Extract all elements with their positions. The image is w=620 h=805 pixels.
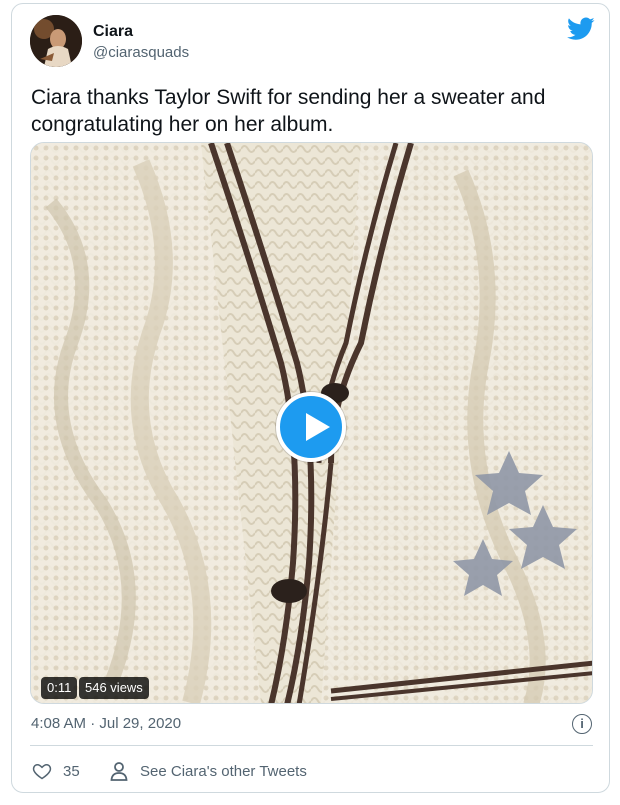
like-count[interactable]: 35 bbox=[63, 763, 80, 780]
author-handle[interactable]: @ciarasquads bbox=[93, 44, 189, 61]
play-icon[interactable] bbox=[276, 392, 346, 462]
twitter-bird-icon[interactable] bbox=[567, 17, 595, 41]
heart-icon[interactable] bbox=[32, 761, 52, 781]
info-icon[interactable]: i bbox=[572, 714, 592, 734]
person-icon[interactable] bbox=[110, 761, 128, 781]
video-player[interactable]: 0:11 546 views bbox=[30, 142, 593, 704]
author-name[interactable]: Ciara bbox=[93, 23, 133, 41]
tweet-card[interactable]: Ciara @ciarasquads Ciara thanks Taylor S… bbox=[11, 3, 610, 793]
video-views-badge: 546 views bbox=[79, 677, 149, 699]
video-duration-badge: 0:11 bbox=[41, 677, 78, 699]
avatar[interactable] bbox=[30, 15, 82, 67]
see-other-tweets-link[interactable]: See Ciara's other Tweets bbox=[140, 763, 307, 780]
tweet-timestamp[interactable]: 4:08 AM · Jul 29, 2020 bbox=[31, 715, 181, 732]
divider bbox=[30, 745, 593, 746]
tweet-text: Ciara thanks Taylor Swift for sending he… bbox=[31, 86, 546, 136]
